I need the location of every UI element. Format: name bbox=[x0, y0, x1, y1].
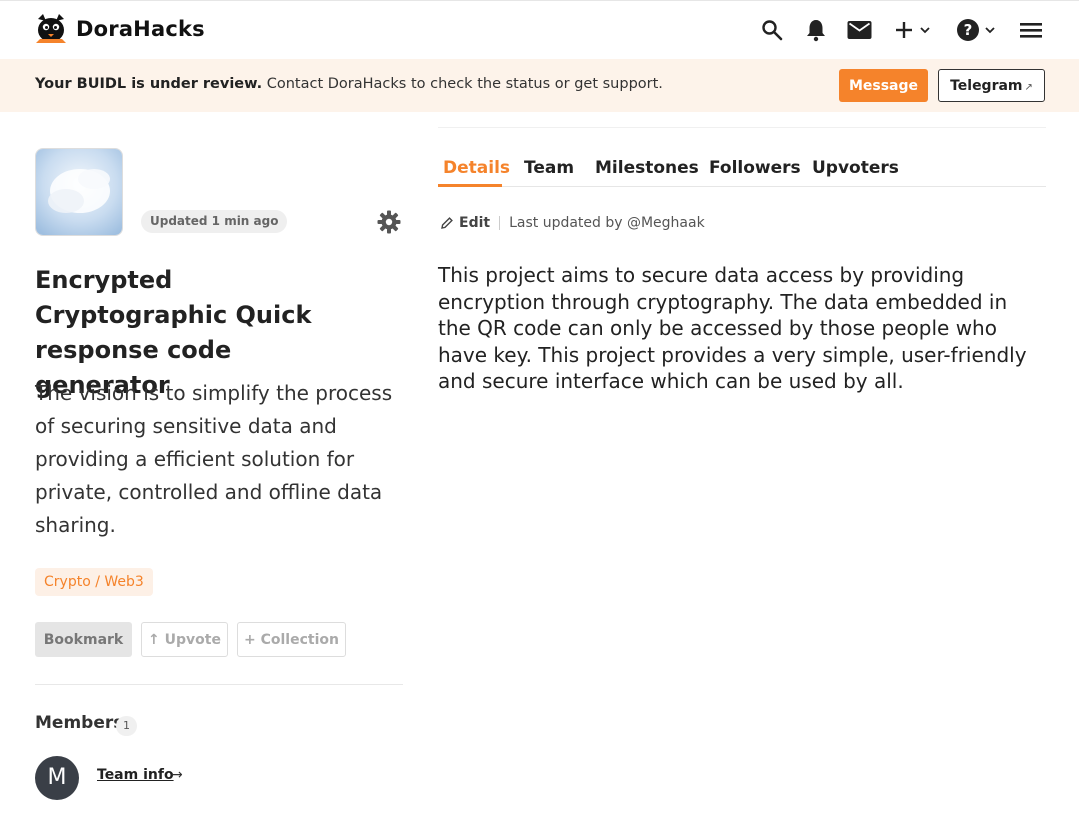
arrow-right-icon: → bbox=[171, 767, 183, 783]
mail-icon bbox=[847, 21, 872, 39]
upvote-button[interactable]: ↑ Upvote bbox=[141, 622, 228, 657]
updated-badge: Updated 1 min ago bbox=[141, 210, 288, 233]
banner-bold-text: Your BUIDL is under review. bbox=[35, 76, 263, 92]
chevron-down-icon bbox=[985, 27, 995, 34]
plus-icon bbox=[896, 22, 912, 38]
bell-icon bbox=[807, 20, 825, 42]
members-count-badge: 1 bbox=[116, 716, 137, 736]
active-tab-indicator bbox=[438, 184, 502, 187]
svg-text:?: ? bbox=[964, 21, 973, 39]
message-button[interactable]: Message bbox=[839, 69, 928, 102]
brand-name: DoraHacks bbox=[76, 17, 205, 41]
separator bbox=[499, 216, 501, 230]
dorahacks-logo-icon bbox=[34, 13, 68, 45]
divider bbox=[35, 684, 403, 685]
review-banner: Your BUIDL is under review. Contact Dora… bbox=[0, 59, 1079, 112]
project-vision: The vision is to simplify the process of… bbox=[35, 381, 393, 537]
tab-details[interactable]: Details bbox=[443, 158, 510, 178]
tab-upvoters[interactable]: Upvoters bbox=[812, 158, 899, 178]
create-menu-button[interactable] bbox=[893, 17, 931, 43]
last-updated-text: Last updated by @Meghaak bbox=[509, 215, 705, 231]
project-logo-image bbox=[35, 148, 123, 236]
messages-button[interactable] bbox=[847, 17, 872, 43]
edit-row: Edit Last updated by @Meghaak bbox=[440, 215, 705, 231]
add-collection-button[interactable]: + Collection bbox=[237, 622, 346, 657]
help-icon: ? bbox=[957, 19, 979, 41]
tab-milestones[interactable]: Milestones bbox=[595, 158, 699, 178]
external-link-icon: ↗ bbox=[1024, 81, 1033, 93]
banner-message: Your BUIDL is under review. Contact Dora… bbox=[35, 76, 663, 92]
member-avatar[interactable]: M bbox=[35, 756, 79, 800]
search-icon bbox=[762, 20, 783, 41]
top-navbar: DoraHacks ? bbox=[0, 0, 1079, 59]
brand-logo[interactable]: DoraHacks bbox=[34, 13, 205, 45]
telegram-button[interactable]: Telegram ↗ bbox=[938, 69, 1045, 102]
main-menu-button[interactable] bbox=[1020, 17, 1042, 43]
chevron-down-icon bbox=[920, 27, 930, 34]
gear-icon bbox=[377, 210, 401, 234]
tab-followers[interactable]: Followers bbox=[709, 158, 801, 178]
pencil-icon bbox=[441, 217, 453, 229]
team-info-link[interactable]: Team info bbox=[97, 767, 174, 783]
project-tabs: Details Team Milestones Followers Upvote… bbox=[438, 127, 1046, 187]
hamburger-menu-icon bbox=[1020, 23, 1042, 38]
tab-team[interactable]: Team bbox=[524, 158, 574, 178]
settings-button[interactable] bbox=[377, 210, 401, 234]
category-tag[interactable]: Crypto / Web3 bbox=[35, 568, 153, 596]
project-description: This project aims to secure data access … bbox=[438, 263, 1027, 393]
telegram-label: Telegram bbox=[950, 77, 1023, 94]
members-heading: Members bbox=[35, 713, 124, 733]
help-menu-button[interactable]: ? bbox=[956, 17, 996, 43]
edit-button[interactable]: Edit bbox=[459, 215, 490, 231]
search-button[interactable] bbox=[760, 17, 784, 43]
banner-text: Contact DoraHacks to check the status or… bbox=[266, 76, 663, 92]
notifications-button[interactable] bbox=[805, 17, 827, 43]
bookmark-button[interactable]: Bookmark bbox=[35, 622, 132, 657]
